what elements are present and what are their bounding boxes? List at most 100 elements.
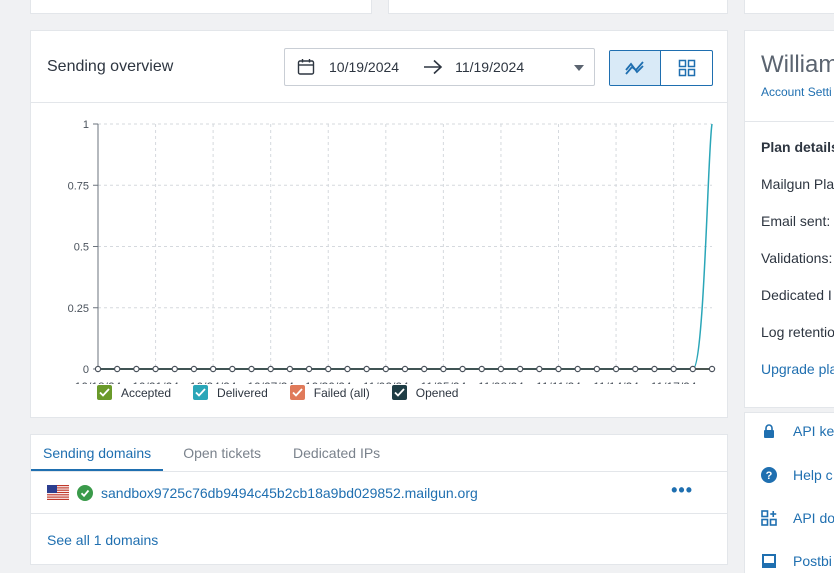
- x-tick-label: 10/18/24: [75, 380, 122, 384]
- tab-dedicated-ips[interactable]: Dedicated IPs: [281, 435, 392, 471]
- check-circle-icon: [77, 484, 93, 501]
- grid-icon: [678, 59, 695, 77]
- chart-legend: Accepted Delivered Failed (all) Opened: [97, 385, 458, 400]
- data-point: [593, 365, 601, 373]
- data-point: [401, 365, 409, 373]
- x-tick-label: 11/11/24: [536, 380, 581, 384]
- overview-title: Sending overview: [47, 58, 174, 75]
- us-flag-icon: [47, 485, 69, 500]
- api-docs-link[interactable]: API do: [761, 510, 834, 526]
- x-tick-label: 10/30/24: [305, 380, 352, 384]
- x-tick-label: 11/05/24: [420, 380, 466, 384]
- plan-row: Mailgun Pla: [761, 176, 834, 192]
- link-label: Help c: [793, 467, 833, 483]
- calendar-icon: [297, 59, 315, 75]
- data-point: [152, 365, 159, 373]
- help-icon: ?: [761, 467, 777, 483]
- data-point: [459, 365, 466, 373]
- data-point: [478, 365, 485, 373]
- domains-card: Sending domains Open tickets Dedicated I…: [30, 434, 728, 565]
- data-point: [133, 365, 140, 373]
- y-tick-label: 0: [83, 364, 89, 376]
- top-card: [30, 0, 372, 14]
- top-card: [744, 0, 834, 14]
- data-point: [555, 365, 562, 373]
- tab-sending-domains[interactable]: Sending domains: [31, 435, 164, 471]
- data-point: [574, 365, 581, 373]
- legend-accepted[interactable]: Accepted: [97, 385, 171, 400]
- postbin-link[interactable]: Postbi: [761, 553, 832, 569]
- line-chart-icon: [625, 61, 644, 75]
- lock-icon: [764, 424, 774, 438]
- help-center-link[interactable]: ? Help c: [761, 467, 833, 483]
- domains-tabs: Sending domains Open tickets Dedicated I…: [31, 435, 727, 472]
- x-tick-label: 11/02/24: [363, 380, 409, 384]
- data-point: [325, 365, 332, 373]
- account-card: William Account Setti Plan details Mailg…: [744, 30, 834, 408]
- data-point: [632, 365, 639, 373]
- data-point: [420, 365, 428, 373]
- data-point: [689, 365, 697, 373]
- resources-card: API ke ? Help c API do Postbi: [744, 412, 834, 573]
- plan-row: Validations:: [761, 250, 833, 266]
- data-point: [536, 365, 543, 373]
- grid-view-button[interactable]: [661, 51, 712, 85]
- checkbox-icon: [289, 385, 305, 400]
- data-point: [440, 365, 447, 373]
- domain-row: sandbox9725c76db9494c45b2cb18a9bd029852.…: [31, 472, 727, 514]
- data-point: [516, 365, 524, 373]
- sending-chart: 0 0.25 0.5 0.75 1 10/18/24 10/21/24 10/24/24 10/…: [68, 119, 716, 394]
- chevron-down-icon: [574, 65, 584, 71]
- overview-header: Sending overview 10/19/2024 11/19/2024: [31, 31, 727, 103]
- line-chart-view-button[interactable]: [610, 51, 662, 85]
- account-settings-link[interactable]: Account Setti: [761, 85, 832, 99]
- y-tick-label: 1: [83, 119, 89, 131]
- domain-link[interactable]: sandbox9725c76db9494c45b2cb18a9bd029852.…: [101, 485, 478, 501]
- upgrade-plan-link[interactable]: Upgrade pla: [761, 361, 834, 377]
- date-to: 11/19/2024: [455, 59, 525, 75]
- chart-area: 0 0.25 0.5 0.75 1 10/18/24 10/21/24 10/24/24 10/…: [31, 104, 729, 418]
- top-card: [388, 0, 728, 14]
- data-point: [267, 365, 274, 373]
- data-point: [229, 365, 236, 373]
- tab-open-tickets[interactable]: Open tickets: [171, 435, 273, 471]
- data-point: [209, 365, 217, 373]
- inbox-icon: [762, 554, 776, 568]
- plan-details-heading: Plan details: [761, 139, 834, 155]
- link-label: API ke: [793, 423, 834, 439]
- widgets-icon: [761, 510, 777, 526]
- sending-overview-card: Sending overview 10/19/2024 11/19/2024 0…: [30, 30, 728, 418]
- data-point: [344, 365, 351, 373]
- x-tick-label: 11/14/24: [593, 380, 639, 384]
- arrow-right-icon: [424, 59, 443, 75]
- date-range-picker[interactable]: 10/19/2024 11/19/2024: [284, 48, 595, 86]
- legend-label: Accepted: [121, 385, 172, 400]
- link-label: Postbi: [793, 553, 832, 569]
- legend-label: Failed (all): [313, 385, 370, 400]
- api-keys-link[interactable]: API ke: [761, 423, 834, 439]
- legend-failed[interactable]: Failed (all): [289, 385, 370, 400]
- data-point: [113, 365, 121, 373]
- x-tick-label: 10/27/24: [247, 380, 294, 384]
- legend-label: Opened: [415, 385, 459, 400]
- date-from: 10/19/2024: [329, 59, 400, 75]
- svg-text:?: ?: [766, 470, 773, 482]
- data-point: [305, 365, 313, 373]
- y-tick-label: 0.5: [74, 242, 89, 254]
- legend-delivered[interactable]: Delivered: [193, 385, 268, 400]
- checkbox-icon: [391, 385, 407, 400]
- data-point: [670, 365, 677, 373]
- see-all-domains-link[interactable]: See all 1 domains: [47, 532, 158, 548]
- plan-row: Dedicated I: [761, 287, 832, 303]
- data-point: [190, 365, 198, 373]
- link-label: API do: [793, 510, 834, 526]
- data-point: [94, 365, 102, 373]
- legend-opened[interactable]: Opened: [391, 385, 459, 400]
- data-point: [612, 365, 620, 373]
- more-options-icon[interactable]: •••: [671, 481, 693, 499]
- y-tick-label: 0.25: [68, 303, 89, 315]
- data-point: [382, 365, 390, 373]
- data-point: [651, 365, 658, 373]
- data-point: [708, 365, 716, 373]
- data-point: [286, 365, 294, 373]
